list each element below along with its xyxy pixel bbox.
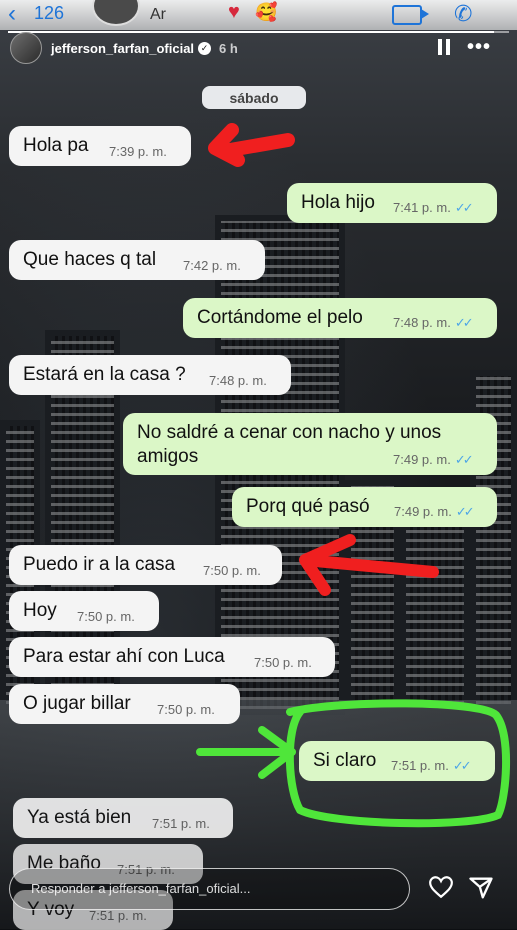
message-bubble-outgoing: Cortándome el pelo 7:48 p. m. ✓✓ [183, 298, 497, 338]
message-text: Hoy [23, 600, 57, 621]
message-bubble-incoming: Puedo ir a la casa 7:50 p. m. [9, 545, 282, 585]
message-time: 7:51 p. m. [391, 758, 449, 773]
message-time: 7:48 p. m. [209, 373, 267, 388]
story-user-row[interactable]: jefferson_farfan_oficial ✓ 6 h [10, 32, 238, 64]
message-bubble-incoming: Hola pa 7:39 p. m. [9, 126, 191, 166]
message-time: 7:49 p. m. [393, 452, 451, 467]
message-text: Ya está bien [27, 807, 132, 828]
message-time: 7:39 p. m. [109, 144, 167, 159]
message-text: Estará en la casa ? [23, 364, 186, 385]
message-bubble-outgoing: Porq qué pasó 7:49 p. m. ✓✓ [232, 487, 497, 527]
message-text: Cortándome el pelo [197, 307, 363, 328]
message-time: 7:41 p. m. [393, 200, 451, 215]
message-text: Para estar ahí con Luca [23, 646, 225, 667]
post-time: 6 h [219, 40, 238, 56]
heart-emoji-icon: ♥ [228, 1, 240, 23]
heart-icon[interactable] [428, 874, 454, 900]
message-text: Hola hijo [301, 192, 375, 213]
message-bubble-outgoing: Hola hijo 7:41 p. m. ✓✓ [287, 183, 497, 223]
message-text: Hola pa [23, 135, 89, 156]
read-ticks-icon: ✓✓ [452, 758, 472, 773]
message-bubble-incoming: O jugar billar 7:50 p. m. [9, 684, 240, 724]
message-bubble-incoming: Que haces q tal 7:42 p. m. [9, 240, 265, 280]
unread-count: 126 [34, 3, 65, 23]
message-text: Puedo ir a la casa [23, 554, 176, 575]
verified-badge-icon: ✓ [198, 41, 212, 55]
send-icon[interactable] [467, 874, 495, 902]
date-separator: sábado [202, 86, 306, 109]
avatar[interactable] [10, 32, 42, 64]
message-time: 7:50 p. m. [77, 609, 135, 624]
message-time: 7:51 p. m. [152, 816, 210, 831]
video-call-icon[interactable] [392, 5, 429, 25]
phone-call-icon[interactable]: ✆ [454, 1, 472, 27]
contact-avatar [92, 0, 140, 26]
reply-input[interactable]: Responder a jefferson_farfan_oficial... [9, 868, 410, 910]
message-bubble-incoming: Para estar ahí con Luca 7:50 p. m. [9, 637, 335, 677]
pause-icon[interactable] [437, 39, 451, 55]
message-time: 7:50 p. m. [203, 563, 261, 578]
read-ticks-icon: ✓✓ [454, 452, 474, 467]
message-bubble-incoming: Estará en la casa ? 7:48 p. m. [9, 355, 291, 395]
message-time: 7:49 p. m. [394, 504, 452, 519]
contact-name-fragment: Ar [150, 6, 166, 23]
message-time: 7:42 p. m. [183, 258, 241, 273]
read-ticks-icon: ✓✓ [455, 504, 475, 519]
story-progress-bar [8, 31, 509, 33]
story-progress-fill [8, 31, 494, 33]
message-bubble-incoming: Ya está bien 7:51 p. m. [13, 798, 233, 838]
username[interactable]: jefferson_farfan_oficial [51, 41, 194, 56]
message-bubble-incoming: Hoy 7:50 p. m. [9, 591, 159, 631]
smiling-face-emoji-icon: 🥰 [255, 2, 278, 22]
message-time: 7:50 p. m. [157, 702, 215, 717]
message-text: Porq qué pasó [246, 496, 370, 517]
back-chevron-icon[interactable]: ‹ [8, 0, 16, 28]
message-bubble-outgoing: Si claro 7:51 p. m. ✓✓ [299, 741, 495, 781]
read-ticks-icon: ✓✓ [454, 200, 474, 215]
message-bubble-outgoing: No saldré a cenar con nacho y unos amigo… [123, 413, 497, 475]
message-text: O jugar billar [23, 693, 131, 714]
chat-app-header: ‹ 126 Ar ♥ 🥰 ✆ [0, 0, 517, 30]
message-text: Si claro [313, 750, 377, 771]
message-time: 7:51 p. m. [89, 908, 147, 923]
building [400, 520, 470, 710]
read-ticks-icon: ✓✓ [454, 315, 474, 330]
more-options-icon[interactable]: ••• [467, 36, 491, 59]
message-time: 7:48 p. m. [393, 315, 451, 330]
message-text: Que haces q tal [23, 249, 157, 270]
message-time: 7:50 p. m. [254, 655, 312, 670]
